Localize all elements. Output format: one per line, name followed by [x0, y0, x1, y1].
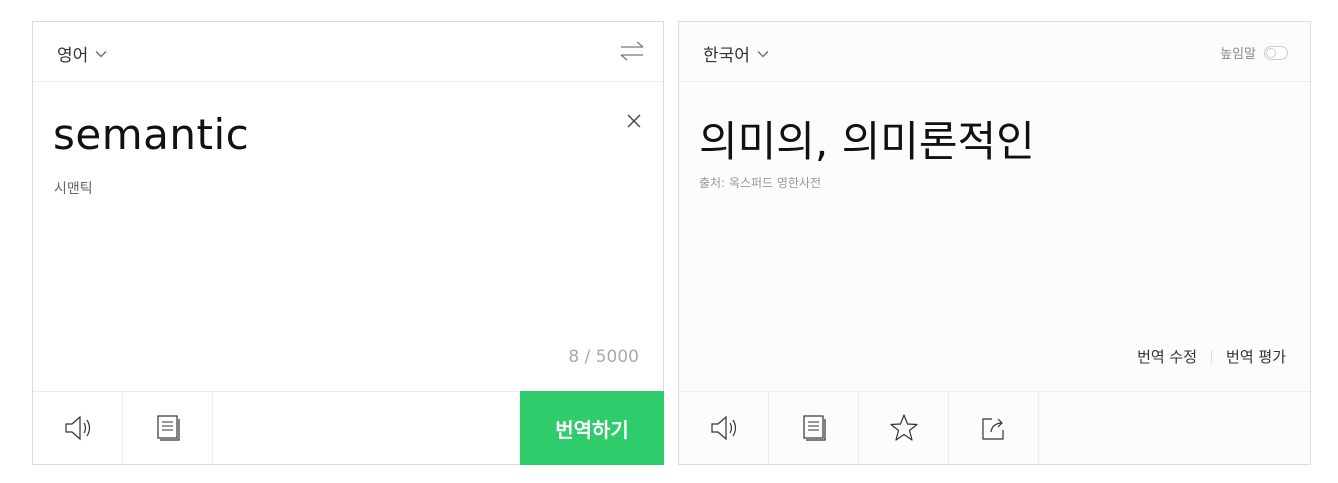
swap-languages-icon[interactable] [619, 40, 645, 62]
target-listen-button[interactable] [679, 392, 769, 464]
favorite-button[interactable] [859, 392, 949, 464]
source-language-label: 영어 [57, 46, 89, 66]
honorific-toggle[interactable] [1264, 45, 1288, 60]
speaker-icon [64, 415, 90, 441]
honorific-setting: 높임말 [1220, 43, 1288, 62]
source-header: 영어 [33, 22, 663, 82]
source-panel: 영어 semantic 시맨틱 8 / 5000 번역하기 [32, 21, 664, 465]
source-listen-button[interactable] [33, 392, 123, 464]
target-header: 한국어 높임말 [679, 22, 1310, 82]
pronunciation-text: 시맨틱 [54, 181, 93, 197]
target-language-label: 한국어 [703, 46, 750, 66]
target-panel: 한국어 높임말 의미의, 의미론적인 출처: 옥스퍼드 영한사전 번역 수정 번… [678, 21, 1311, 465]
share-icon [981, 418, 1004, 440]
honorific-label: 높임말 [1220, 47, 1256, 62]
edit-translation-link[interactable]: 번역 수정 [1137, 346, 1197, 367]
divider [1211, 350, 1213, 363]
speaker-icon [710, 415, 736, 441]
close-icon[interactable] [627, 114, 641, 128]
rate-translation-link[interactable]: 번역 평가 [1226, 346, 1286, 367]
dictionary-source: 출처: 옥스퍼드 영한사전 [699, 176, 822, 190]
star-icon [889, 414, 918, 441]
target-footer [679, 391, 1310, 464]
translation-result: 의미의, 의미론적인 [699, 117, 1035, 166]
chevron-down-icon [757, 50, 769, 57]
copy-icon [802, 415, 826, 441]
share-button[interactable] [949, 392, 1039, 464]
source-language-select[interactable]: 영어 [57, 41, 108, 66]
target-copy-button[interactable] [769, 392, 859, 464]
feedback-links: 번역 수정 번역 평가 [1137, 346, 1286, 367]
target-language-select[interactable]: 한국어 [703, 41, 770, 66]
character-count: 8 / 5000 [568, 347, 639, 367]
source-text-input[interactable]: semantic [53, 110, 249, 159]
chevron-down-icon [95, 50, 107, 57]
copy-icon [156, 415, 180, 441]
source-copy-button[interactable] [123, 392, 213, 464]
translate-button[interactable]: 번역하기 [520, 391, 664, 465]
